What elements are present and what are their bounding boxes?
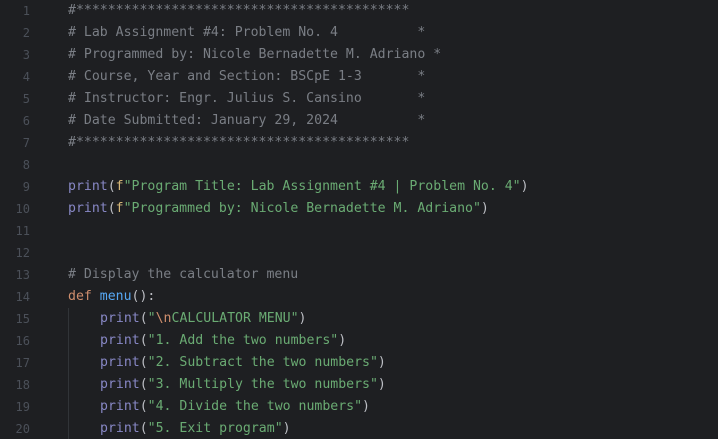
line-number: 19 — [15, 400, 30, 414]
code-text-area[interactable]: #***************************************… — [58, 0, 718, 439]
line-number: 2 — [22, 26, 30, 40]
code-line[interactable]: print("2. Subtract the two numbers") — [100, 352, 386, 374]
paren: ( — [139, 421, 148, 436]
paren: ) — [338, 333, 347, 348]
line-number-gutter: 1 2 3 4 5 6 7 8 9 10 11 12 13 14 15 16 1… — [0, 0, 58, 439]
builtin-print: print — [100, 311, 140, 326]
line-number: 14 — [15, 290, 30, 304]
paren: ( — [139, 377, 148, 392]
line-number: 15 — [15, 312, 30, 326]
line-number: 3 — [22, 48, 30, 62]
comment: # Date Submitted: January 29, 2024 * — [68, 113, 426, 128]
string-literal: "Program Title: Lab Assignment #4 | Prob… — [123, 179, 521, 194]
line-number: 8 — [22, 158, 30, 172]
paren: ( — [139, 311, 148, 326]
builtin-print: print — [68, 201, 108, 216]
line-number: 13 — [15, 268, 30, 282]
comment: # Instructor: Engr. Julius S. Cansino * — [68, 91, 426, 106]
builtin-print: print — [100, 377, 140, 392]
builtin-print: print — [100, 333, 140, 348]
line-number: 17 — [15, 356, 30, 370]
code-line[interactable]: # Instructor: Engr. Julius S. Cansino * — [68, 88, 425, 110]
line-number: 10 — [15, 202, 30, 216]
paren: ( — [107, 179, 116, 194]
line-number: 5 — [22, 92, 30, 106]
code-line[interactable]: print(f"Program Title: Lab Assignment #4… — [68, 176, 529, 198]
indent-guide — [68, 308, 69, 439]
comment: # Programmed by: Nicole Bernadette M. Ad… — [68, 47, 442, 62]
builtin-print: print — [100, 399, 140, 414]
paren: ) — [298, 311, 307, 326]
code-line[interactable]: # Date Submitted: January 29, 2024 * — [68, 110, 425, 132]
string-quote: " — [147, 311, 156, 326]
line-number: 6 — [22, 114, 30, 128]
code-line[interactable]: print("4. Divide the two numbers") — [100, 396, 370, 418]
line-number: 20 — [15, 422, 30, 436]
code-line[interactable]: print(f"Programmed by: Nicole Bernadette… — [68, 198, 489, 220]
line-number: 7 — [22, 136, 30, 150]
function-name: menu — [99, 289, 132, 304]
comment: #***************************************… — [68, 135, 410, 150]
comment: # Lab Assignment #4: Problem No. 4 * — [68, 25, 426, 40]
line-number: 1 — [22, 4, 30, 18]
paren: ) — [282, 421, 291, 436]
line-number: 11 — [15, 224, 30, 238]
string-literal: "3. Multiply the two numbers" — [147, 377, 378, 392]
signature-rest: (): — [131, 289, 156, 304]
line-number: 18 — [15, 378, 30, 392]
fstring-prefix: f — [115, 179, 124, 194]
line-number: 16 — [15, 334, 30, 348]
paren: ) — [480, 201, 489, 216]
string-literal: "4. Divide the two numbers" — [147, 399, 363, 414]
string-literal: "5. Exit program" — [147, 421, 283, 436]
builtin-print: print — [100, 421, 140, 436]
paren: ( — [139, 333, 148, 348]
line-number: 9 — [22, 180, 30, 194]
paren: ) — [362, 399, 370, 414]
string-literal: "Programmed by: Nicole Bernadette M. Adr… — [123, 201, 481, 216]
code-line[interactable]: #***************************************… — [68, 0, 409, 22]
builtin-print: print — [100, 355, 140, 370]
code-line[interactable]: print("5. Exit program") — [100, 418, 291, 439]
paren: ( — [139, 399, 148, 414]
line-number: 12 — [15, 246, 30, 260]
keyword-def: def — [68, 289, 92, 304]
comment: #***************************************… — [68, 3, 410, 18]
fstring-prefix: f — [115, 201, 124, 216]
paren: ) — [520, 179, 529, 194]
code-line[interactable]: print("3. Multiply the two numbers") — [100, 374, 386, 396]
string-literal: "2. Subtract the two numbers" — [147, 355, 378, 370]
line-number: 4 — [22, 70, 30, 84]
code-line[interactable]: # Display the calculator menu — [68, 264, 298, 286]
code-line[interactable]: # Lab Assignment #4: Problem No. 4 * — [68, 22, 425, 44]
code-line[interactable]: # Programmed by: Nicole Bernadette M. Ad… — [68, 44, 441, 66]
code-line[interactable]: print("1. Add the two numbers") — [100, 330, 346, 352]
code-line[interactable]: # Course, Year and Section: BSCpE 1-3 * — [68, 66, 425, 88]
paren: ( — [139, 355, 148, 370]
string-literal: CALCULATOR MENU" — [171, 311, 299, 326]
code-line[interactable]: def menu(): — [68, 286, 155, 308]
builtin-print: print — [68, 179, 108, 194]
paren: ) — [377, 355, 386, 370]
code-line[interactable]: print("\nCALCULATOR MENU") — [100, 308, 307, 330]
code-editor[interactable]: 1 2 3 4 5 6 7 8 9 10 11 12 13 14 15 16 1… — [0, 0, 718, 439]
escape-sequence: \n — [155, 311, 172, 326]
paren: ) — [377, 377, 386, 392]
code-line[interactable]: #***************************************… — [68, 132, 409, 154]
string-literal: "1. Add the two numbers" — [147, 333, 339, 348]
paren: ( — [107, 201, 116, 216]
comment: # Course, Year and Section: BSCpE 1-3 * — [68, 69, 426, 84]
comment: # Display the calculator menu — [68, 267, 299, 282]
